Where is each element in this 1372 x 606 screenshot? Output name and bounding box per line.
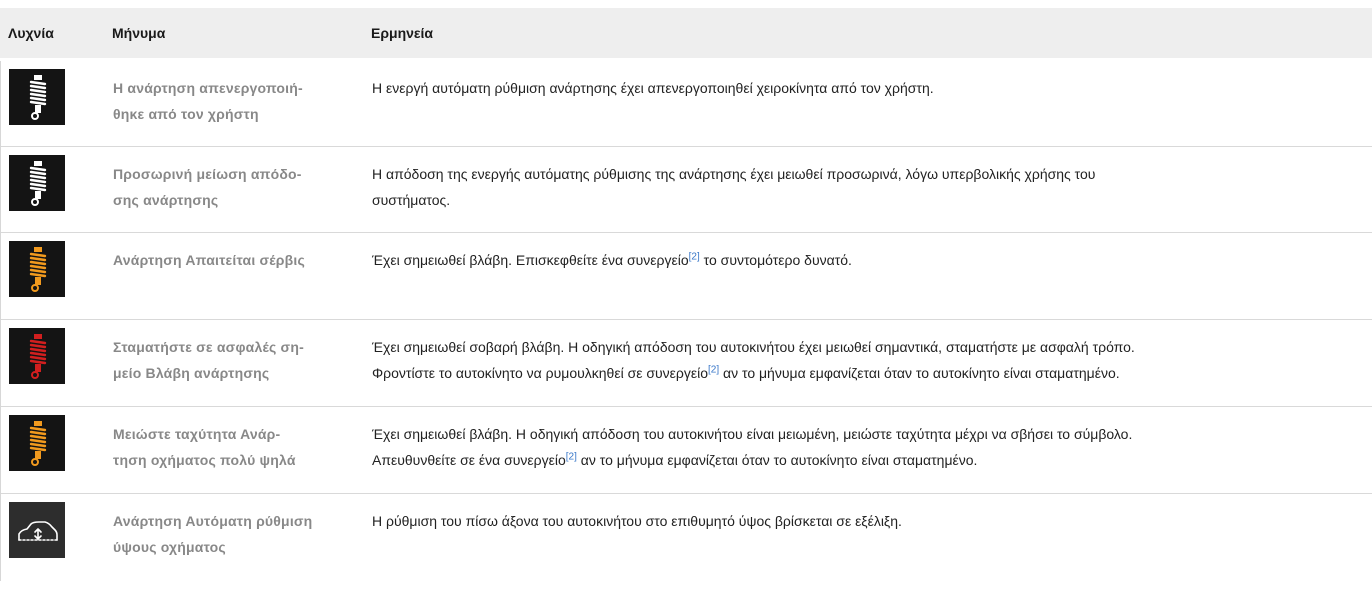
vehicle-height-icon <box>9 502 65 558</box>
table-row: Μειώστε ταχύτητα Ανάρ- τηση οχήματος πολ… <box>0 407 1372 494</box>
interpretation-text: Η απόδοση της ενεργής αυτόματης ρύθμισης… <box>372 166 1096 208</box>
suspension-amber-icon <box>9 241 65 297</box>
table-row: Η ανάρτηση απενεργοποιή- θηκε από τον χρ… <box>0 61 1372 147</box>
message-text: Ανάρτηση Αυτόματη ρύθμιση ύψους οχήματος <box>113 513 313 555</box>
col-header-lamp: Λυχνία <box>8 25 54 41</box>
interpretation-text: Η ρύθμιση του πίσω άξονα του αυτοκινήτου… <box>372 513 902 529</box>
suspension-white-icon <box>9 69 65 125</box>
table-row: Ανάρτηση Αυτόματη ρύθμιση ύψους οχήματος… <box>0 494 1372 581</box>
message-text: Προσωρινή μείωση απόδο- σης ανάρτησης <box>113 166 302 208</box>
col-header-interpretation: Ερμηνεία <box>371 25 434 41</box>
suspension-white-icon <box>9 155 65 211</box>
reference-link[interactable]: [2] <box>708 364 719 375</box>
reference-link[interactable]: [2] <box>689 251 700 262</box>
reference-link[interactable]: [2] <box>566 451 577 462</box>
table-header: Λυχνία Μήνυμα Ερμηνεία <box>0 8 1372 58</box>
col-header-message: Μήνυμα <box>112 25 166 41</box>
interpretation-text: Έχει σημειωθεί βλάβη. Η οδηγική απόδοση … <box>372 426 1133 468</box>
suspension-red-icon <box>9 328 65 384</box>
message-text: Ανάρτηση Απαιτείται σέρβις <box>113 252 305 268</box>
interpretation-text: Έχει σημειωθεί σοβαρή βλάβη. Η οδηγική α… <box>372 339 1135 381</box>
suspension-amber-icon <box>9 415 65 471</box>
interpretation-text: Έχει σημειωθεί βλάβη. Επισκεφθείτε ένα σ… <box>372 251 852 268</box>
message-text: Μειώστε ταχύτητα Ανάρ- τηση οχήματος πολ… <box>113 426 296 468</box>
table-body: Η ανάρτηση απενεργοποιή- θηκε από τον χρ… <box>0 61 1372 581</box>
table-row: Ανάρτηση Απαιτείται σέρβις Έχει σημειωθε… <box>0 233 1372 320</box>
table-row: Σταματήστε σε ασφαλές ση- μείο Βλάβη ανά… <box>0 320 1372 407</box>
message-text: Η ανάρτηση απενεργοποιή- θηκε από τον χρ… <box>113 80 303 122</box>
message-text: Σταματήστε σε ασφαλές ση- μείο Βλάβη ανά… <box>113 339 304 381</box>
interpretation-text: Η ενεργή αυτόματη ρύθμιση ανάρτησης έχει… <box>372 80 934 96</box>
warning-lamps-table: Λυχνία Μήνυμα Ερμηνεία Η ανάρτηση απενερ… <box>0 0 1372 606</box>
table-row: Προσωρινή μείωση απόδο- σης ανάρτησης Η … <box>0 147 1372 233</box>
